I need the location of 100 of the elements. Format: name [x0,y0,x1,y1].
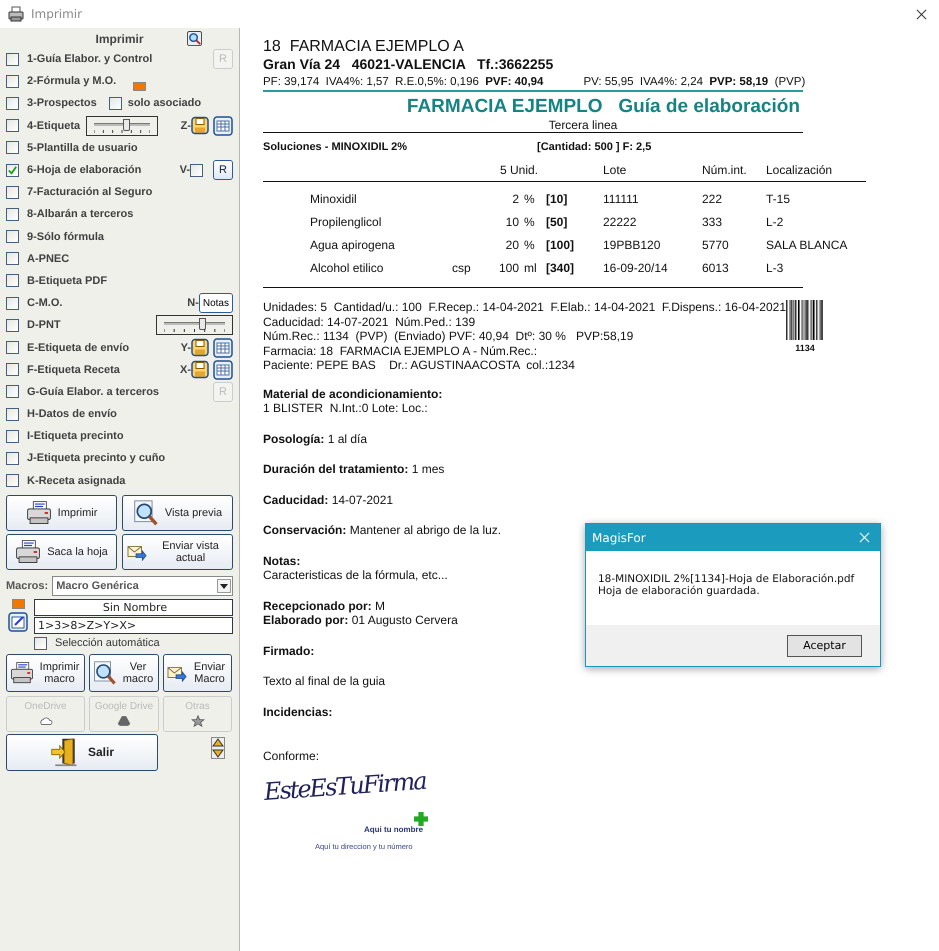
slider[interactable] [156,315,233,336]
action-button[interactable]: Saca la hoja [6,534,117,570]
grid-icon[interactable] [213,116,233,136]
document-line: Material de acondicionamiento: [263,386,442,401]
option-label: F-Etiqueta Receta [27,364,120,376]
option-label: J-Etiqueta precinto y cuño [27,452,166,464]
checkbox[interactable] [6,74,19,88]
checkbox[interactable] [34,636,47,650]
info-line: Caducidad: 14-07-2021 Núm.Ped.: 139 [263,314,476,329]
document-line: Caducidad: 14-07-2021 [263,492,394,507]
slider-thumb[interactable] [122,118,130,131]
document-line: 1 BLISTER N.Int.:0 Lote: Loc.: [263,401,428,416]
checkbox[interactable] [6,474,19,488]
option-label: 4-Etiqueta [27,120,80,132]
action-button[interactable]: Enviar vista actual [122,534,233,570]
exit-button[interactable]: Salir [6,734,158,771]
price-line: PV: 55,95 IVA4%: 2,24 PVP: 58,19 (PVP) [583,76,806,88]
checkbox[interactable] [6,164,19,177]
checkbox[interactable] [190,164,203,177]
search-icon[interactable] [187,31,202,46]
table-cell-text: 5770 [702,238,730,252]
macro-button[interactable]: Imprimir macro [6,654,85,692]
checkbox[interactable] [6,52,19,66]
action-button[interactable]: Vista previa [122,494,233,531]
color-marker [133,82,146,91]
checkbox[interactable] [108,96,122,110]
signature-handwriting: EsteEsTuFirma [263,766,426,806]
checkbox[interactable] [6,363,19,376]
price-line: PF: 39,174 IVA4%: 1,57 R.E.0,5%: 0,196 PVF: 40,94 [263,76,544,88]
checkbox[interactable] [6,186,19,199]
macro-button[interactable]: Ver macro [89,654,159,692]
checkbox[interactable] [6,230,19,244]
magnifier-icon [132,500,159,526]
table-cell-text: % [523,192,536,206]
table-cell-text: [340] [546,260,576,274]
checkbox[interactable] [6,318,19,332]
table-cell-text: [10] [546,192,568,206]
formula-name: Soluciones - MINOXIDIL 2% [263,141,408,153]
table-cell-text: T-15 [766,192,792,206]
table-cell-text: csp [452,260,472,274]
notes-button[interactable]: Notas [198,293,233,314]
checkbox[interactable] [6,385,19,398]
checkbox[interactable] [6,408,19,421]
macro-button[interactable]: Enviar Macro [163,654,232,692]
checkbox[interactable] [6,119,19,132]
macro-sequence-field[interactable]: 1>3>8>Z>Y>X> [34,616,233,634]
dialog-message: 18-MINOXIDIL 2%[1134]-Hoja de Elaboración.pdf [598,573,856,585]
grid-icon[interactable] [213,360,233,380]
up-down-arrows-icon[interactable] [211,736,225,759]
option-label: 3-Prospectos [27,97,97,110]
option-label: E-Etiqueta de envío [27,342,130,354]
printer-icon [10,660,34,685]
checkbox[interactable] [6,430,19,443]
pencil-note-icon[interactable] [8,612,28,632]
document-line: Incidencias: [263,704,332,719]
checkbox[interactable] [6,274,19,288]
grid-icon[interactable] [213,338,233,358]
document-line: Posología: 1 al día [263,432,368,446]
document-line: Elaborado por: 01 Augusto Cervera [263,613,458,628]
option-label: 7-Facturación al Seguro [27,186,152,198]
dialog-message: Hoja de elaboración guardada. [598,585,761,597]
macro-dropdown[interactable]: Macro Genérica [52,576,233,596]
table-cell-text: 22222 [603,214,638,228]
table-cell-text: [100] [546,238,576,252]
table-cell-text: L-2 [766,214,784,228]
checkbox[interactable] [6,141,19,154]
column-header: Núm.int. [702,163,748,177]
table-cell-text: Alcohol etilico [310,260,384,274]
info-line: Unidades: 5 Cantidad/u.: 100 F.Recep.: 14-04-2021 F.Elab.: 14-04-2021 F.Dispens.: 16-04-2021 [263,300,786,314]
slider-thumb[interactable] [198,318,206,330]
checkbox[interactable] [6,96,19,110]
table-cell-text: 19PBB120 [603,238,662,252]
table-cell-text: 10 [504,214,519,228]
panel-title: Imprimir [95,32,144,46]
info-line: Núm.Rec.: 1134 (PVP) (Enviado) PVF: 40,94 Dtº: 30 % PVP:58,19 [263,329,634,344]
table-cell-text: % [523,238,536,252]
accept-button[interactable]: Aceptar [787,634,862,656]
info-line: Farmacia: 18 FARMACIA EJEMPLO A - Núm.Rec.: [263,344,538,358]
checkbox[interactable] [6,452,19,465]
printer-icon [15,538,42,565]
slider[interactable] [86,116,158,136]
checkbox[interactable] [6,208,19,221]
checkbox[interactable] [6,341,19,354]
table-cell-text: L-3 [766,260,784,274]
document-subtitle: Tercera linea [548,118,618,132]
table-cell-text: 100 [498,260,519,274]
table-cell-text: Propilenglicol [310,214,382,228]
close-icon[interactable] [916,8,927,20]
option-label: H-Datos de envío [27,408,117,420]
table-cell-text: SALA BLANCA [766,238,848,252]
checkbox[interactable] [6,252,19,266]
magnifier-icon [93,660,117,685]
action-button[interactable]: Imprimir [6,494,117,531]
document-line: Notas: [263,554,300,568]
option-label: 8-Albarán a terceros [27,208,134,220]
macro-name-field[interactable]: Sin Nombre [34,598,233,616]
checkbox-label: Selección automática [55,637,160,650]
r-button[interactable]: R [213,160,233,180]
checkbox[interactable] [6,296,19,310]
table-cell-text: % [523,214,536,228]
